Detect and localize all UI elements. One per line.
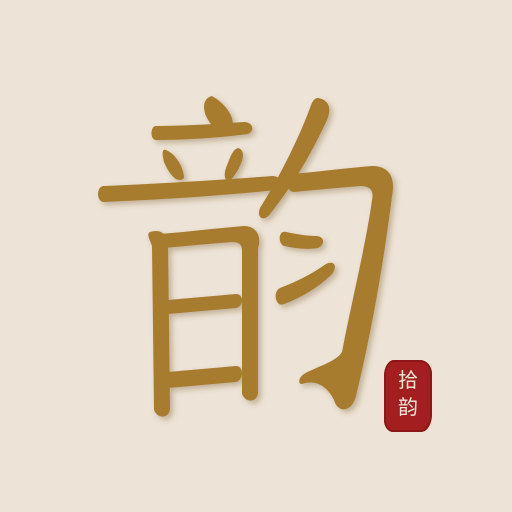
yun-character-logo: [98, 96, 394, 417]
red-seal-stamp: 拾 韵: [384, 360, 432, 432]
seal-text-line-1: 拾: [398, 368, 418, 392]
seal-text-line-2: 韵: [398, 395, 418, 419]
seal-text: 拾 韵: [384, 367, 432, 421]
app-icon-canvas: 拾 韵: [0, 0, 512, 512]
